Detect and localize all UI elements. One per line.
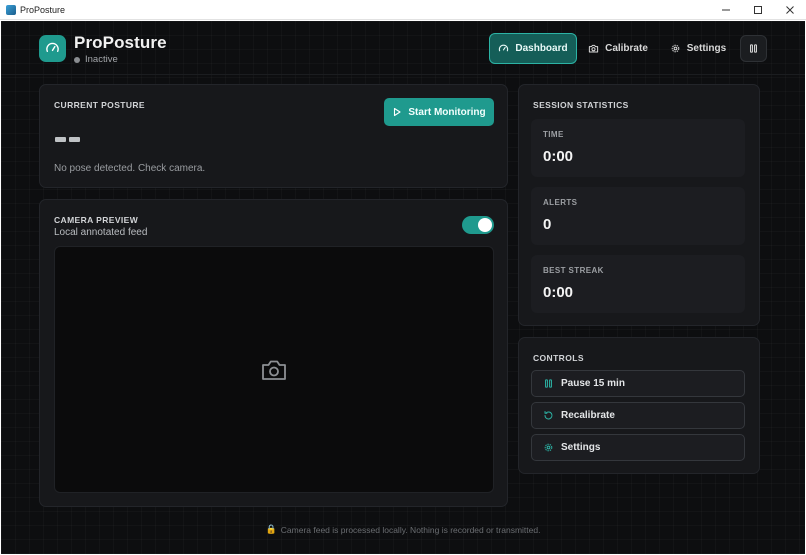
card-title: CURRENT POSTURE [54, 100, 146, 110]
recalibrate-button[interactable]: Recalibrate [531, 402, 745, 429]
posture-message: No pose detected. Check camera. [54, 163, 206, 174]
start-monitoring-label: Start Monitoring [408, 106, 486, 118]
card-title: CONTROLS [533, 353, 584, 363]
gear-icon [671, 44, 680, 53]
nav-settings-label: Settings [686, 43, 727, 54]
pause-icon [545, 379, 552, 388]
gauge-icon [499, 44, 509, 52]
refresh-icon [544, 410, 553, 420]
settings-label: Settings [561, 442, 601, 453]
controls-card: CONTROLS Pause 15 min Recalibrate Settin… [518, 337, 760, 474]
minimize-button[interactable] [710, 0, 742, 20]
app-window-icon [6, 5, 16, 15]
status-text: Inactive [85, 54, 118, 65]
stat-value: 0:00 [543, 148, 574, 165]
pause-icon [750, 44, 757, 53]
pause-15-min-label: Pause 15 min [561, 378, 625, 389]
current-posture-card: CURRENT POSTURE Start Monitoring No pose… [39, 84, 508, 188]
window-title: ProPosture [20, 5, 66, 15]
camera-preview-card: CAMERA PREVIEW Local annotated feed [39, 199, 508, 507]
app-header: ProPosture Inactive Dashboard Calibrate [1, 21, 805, 75]
camera-icon [588, 44, 599, 53]
stat-value: 0:00 [543, 284, 574, 301]
card-title: SESSION STATISTICS [533, 100, 629, 110]
app-logo [39, 35, 66, 62]
stat-value: 0 [543, 216, 552, 233]
app-root: ProPosture Inactive Dashboard Calibrate [1, 21, 805, 554]
camera-subtitle: Local annotated feed [54, 227, 148, 238]
stat-label: BEST STREAK [543, 266, 604, 275]
nav-dashboard[interactable]: Dashboard [489, 33, 577, 64]
stat-time: TIME 0:00 [531, 119, 745, 177]
status-indicator: Inactive [74, 54, 118, 65]
privacy-footer: 🔒 Camera feed is processed locally. Noth… [1, 524, 805, 535]
close-button[interactable] [774, 0, 806, 20]
close-icon [786, 6, 794, 14]
stat-label: ALERTS [543, 198, 578, 207]
nav-calibrate[interactable]: Calibrate [585, 33, 651, 64]
play-icon [394, 107, 401, 117]
stat-label: TIME [543, 130, 564, 139]
window-titlebar: ProPosture [0, 0, 806, 20]
status-dot [74, 56, 80, 63]
maximize-icon [754, 6, 762, 14]
gauge-icon [46, 42, 59, 53]
card-title: CAMERA PREVIEW [54, 215, 139, 225]
stat-best-streak: BEST STREAK 0:00 [531, 255, 745, 313]
nav-settings[interactable]: Settings [665, 33, 731, 64]
settings-button[interactable]: Settings [531, 434, 745, 461]
camera-icon [262, 360, 286, 380]
nav-dashboard-label: Dashboard [515, 43, 568, 54]
camera-preview-area [54, 246, 494, 493]
posture-score-placeholder [55, 137, 80, 142]
nav-calibrate-label: Calibrate [605, 43, 648, 54]
maximize-button[interactable] [742, 0, 774, 20]
minimize-icon [722, 9, 730, 11]
lock-icon: 🔒 [265, 524, 277, 534]
pause-15-min-button[interactable]: Pause 15 min [531, 370, 745, 397]
gear-icon [544, 443, 553, 452]
camera-preview-toggle[interactable] [462, 216, 494, 234]
pause-toggle-button[interactable] [740, 35, 767, 62]
app-name: ProPosture [74, 33, 167, 52]
toggle-knob [478, 218, 492, 232]
start-monitoring-button[interactable]: Start Monitoring [384, 98, 494, 126]
stat-alerts: ALERTS 0 [531, 187, 745, 245]
recalibrate-label: Recalibrate [561, 410, 615, 421]
session-statistics-card: SESSION STATISTICS TIME 0:00 ALERTS 0 BE… [518, 84, 760, 326]
footer-text: Camera feed is processed locally. Nothin… [280, 524, 541, 535]
